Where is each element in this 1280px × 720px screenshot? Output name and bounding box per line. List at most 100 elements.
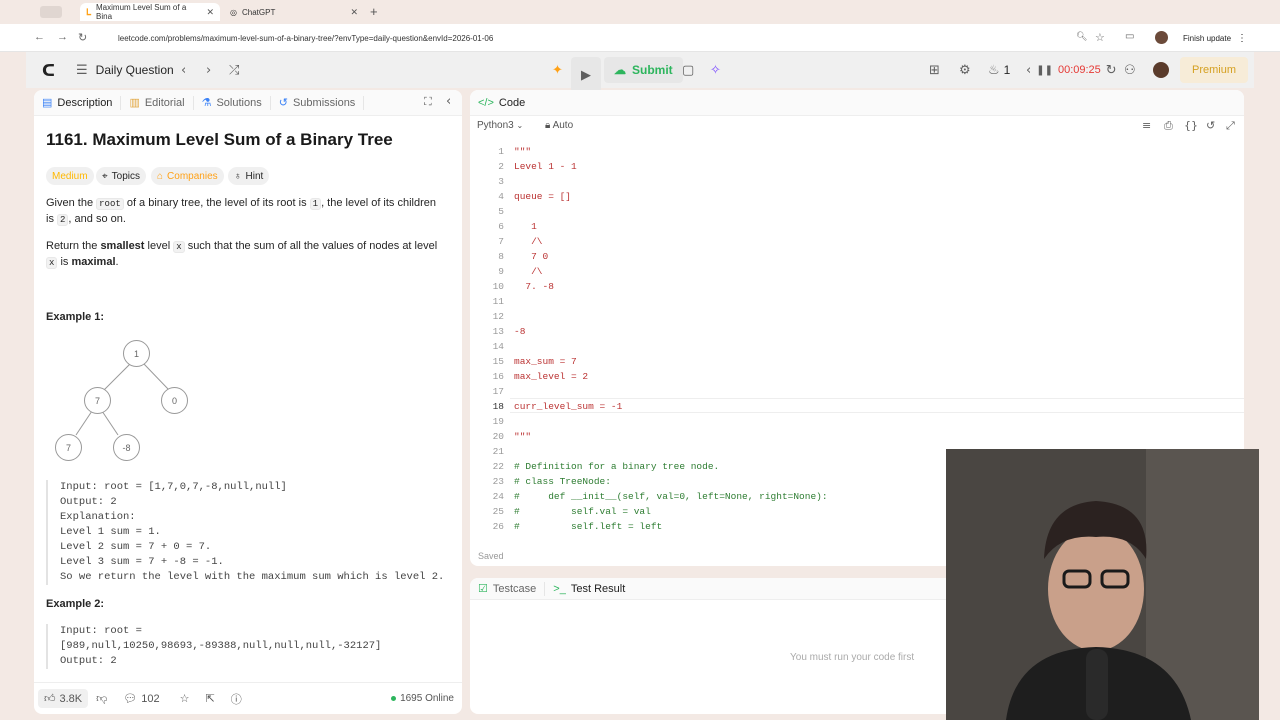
code-line[interactable]: 10 7. -8 (470, 279, 1240, 294)
code-line[interactable]: 9 /\ (470, 264, 1240, 279)
cast-icon[interactable]: ▭ (1125, 31, 1134, 42)
code-line[interactable]: 12 (470, 309, 1240, 324)
reload-icon[interactable]: ↻ (78, 31, 87, 44)
code-line[interactable]: 19 (470, 414, 1240, 429)
description-icon: ▤ (42, 97, 53, 109)
add-friend-icon[interactable]: ⚇ (1124, 52, 1136, 88)
code-line[interactable]: 2 Level 1 - 1 (470, 159, 1240, 174)
auto-mode[interactable]: 🔒︎ Auto (545, 120, 573, 131)
companies-tag[interactable]: ⌂ Companies (151, 167, 224, 185)
code-line[interactable]: 7 /\ (470, 234, 1240, 249)
current-line-highlight (510, 398, 1244, 413)
topics-tag[interactable]: ⌖ Topics (96, 167, 146, 185)
tab-code[interactable]: </> Code (470, 96, 533, 110)
fullscreen-icon[interactable]: ⤢ (1226, 119, 1235, 133)
debug-icon[interactable]: ✦ (552, 52, 563, 88)
line-number: 10 (492, 281, 504, 292)
format-icon[interactable]: ≡ (1142, 119, 1151, 132)
code-line[interactable]: 20 """ (470, 429, 1240, 444)
close-icon[interactable]: ✕ (206, 7, 214, 18)
back-icon[interactable]: ← (34, 31, 45, 43)
comments-button[interactable]: 💬︎ 102 (123, 692, 159, 706)
tab-submissions[interactable]: ↺ Submissions (271, 95, 365, 110)
undo-icon[interactable]: ↺ (1206, 119, 1215, 132)
tab-editorial[interactable]: ▥ Editorial (121, 95, 194, 110)
streak-counter[interactable]: ♨ 1 (988, 52, 1010, 88)
tab-test-result[interactable]: >_ Test Result (545, 582, 633, 596)
submit-button[interactable]: ☁ Submit (604, 57, 683, 83)
language-select[interactable]: Python3 ⌄ (477, 120, 523, 131)
prev-problem-icon[interactable]: ‹ (181, 52, 186, 88)
tab-description[interactable]: ▤ Description (34, 95, 122, 110)
address-bar[interactable]: leetcode.com/problems/maximum-level-sum-… (108, 28, 1118, 48)
submit-label: Submit (632, 63, 673, 77)
pause-icon[interactable]: ❚❚ (1036, 65, 1053, 76)
code-line[interactable]: 16 max_level = 2 (470, 369, 1240, 384)
description-paragraph-1: Given the root of a binary tree, the lev… (46, 196, 446, 228)
comment-icon: 💬︎ (123, 693, 138, 705)
finish-update-button[interactable]: Finish update ⋮ (1175, 29, 1256, 47)
code-line[interactable]: 3 (470, 174, 1240, 189)
browser-tab-leetcode[interactable]: ᒪ Maximum Level Sum of a Bina ✕ (80, 3, 220, 21)
line-number: 18 (492, 401, 504, 412)
code-line[interactable]: 17 (470, 384, 1240, 399)
tab-testcase[interactable]: ☑ Testcase (470, 581, 546, 596)
run-button[interactable]: ▶ (571, 57, 601, 93)
bookmark-star-icon[interactable]: ☆ (1095, 31, 1105, 44)
notes-icon[interactable]: ▢ (682, 52, 694, 88)
like-button[interactable]: 👍︎ 3.8K (38, 689, 89, 708)
shuffle-icon[interactable]: ⤮ (229, 52, 239, 88)
example-line: Explanation: (60, 511, 136, 523)
description-panel: ▤ Description ▥ Editorial ⚗ Solutions ↺ … (34, 90, 462, 714)
code-line[interactable]: 15 max_sum = 7 (470, 354, 1240, 369)
code-line[interactable]: 1 """ (470, 144, 1240, 159)
text: level (147, 240, 171, 252)
tab-solutions[interactable]: ⚗ Solutions (194, 95, 271, 110)
next-problem-icon[interactable]: › (206, 52, 211, 88)
browser-tab-chatgpt[interactable]: ◎ ChatGPT ✕ (224, 3, 364, 21)
line-number: 17 (492, 386, 504, 397)
tab-label: Testcase (492, 582, 537, 595)
line-text: Level 1 - 1 (514, 161, 577, 172)
profile-avatar[interactable] (1155, 31, 1168, 44)
line-number: 24 (492, 491, 504, 502)
bookmark-icon[interactable]: ⎙ (1164, 119, 1173, 133)
timer[interactable]: ‹ ❚❚ 00:09:25 ↻ (1026, 52, 1117, 88)
help-icon[interactable]: ⓘ (231, 691, 242, 707)
line-number: 22 (492, 461, 504, 472)
code-line[interactable]: 5 (470, 204, 1240, 219)
code-line[interactable]: 6 1 (470, 219, 1240, 234)
layout-icon[interactable]: ⊞ (929, 52, 940, 88)
text: of a binary tree, the level of its root … (126, 197, 307, 209)
code-line[interactable]: 4 queue = [] (470, 189, 1240, 204)
line-text: -8 (514, 326, 526, 337)
line-number: 8 (498, 251, 504, 262)
line-text: 1 (514, 221, 537, 232)
premium-button[interactable]: Premium (1180, 57, 1249, 83)
code-line[interactable]: 13 -8 (470, 324, 1240, 339)
hint-tag[interactable]: ♁ Hint (228, 167, 270, 185)
expand-icon[interactable]: ⛶ (424, 95, 432, 109)
leetcode-logo-icon[interactable]: ᑕ (42, 52, 55, 88)
problem-list-button[interactable]: ☰ Daily Question (76, 52, 174, 88)
settings-gear-icon[interactable]: ⚙ (959, 52, 971, 88)
share-icon[interactable]: ⇱ (206, 692, 215, 705)
forward-icon[interactable]: → (57, 31, 68, 43)
braces-icon[interactable]: {} (1184, 119, 1198, 132)
close-icon[interactable]: ✕ (350, 7, 358, 18)
reset-icon[interactable]: ↻ (1106, 63, 1117, 78)
tab-overview-icon[interactable] (40, 6, 62, 18)
thumbs-down-icon[interactable]: 👎︎ (96, 692, 107, 705)
user-avatar[interactable] (1153, 52, 1169, 88)
text: Return the (46, 240, 98, 252)
chevron-left-icon[interactable]: ‹ (1026, 63, 1031, 78)
tree-node: -8 (113, 434, 140, 461)
new-tab-icon[interactable]: + (370, 4, 378, 19)
code-line[interactable]: 14 (470, 339, 1240, 354)
code-line[interactable]: 11 (470, 294, 1240, 309)
star-icon[interactable]: ☆ (180, 692, 190, 705)
collapse-panel-icon[interactable]: ‹ (446, 94, 451, 109)
code-line[interactable]: 8 7 0 (470, 249, 1240, 264)
ai-sparkle-icon[interactable]: ✧ (710, 52, 721, 88)
zoom-icon[interactable]: 🔍︎ (1076, 31, 1087, 42)
